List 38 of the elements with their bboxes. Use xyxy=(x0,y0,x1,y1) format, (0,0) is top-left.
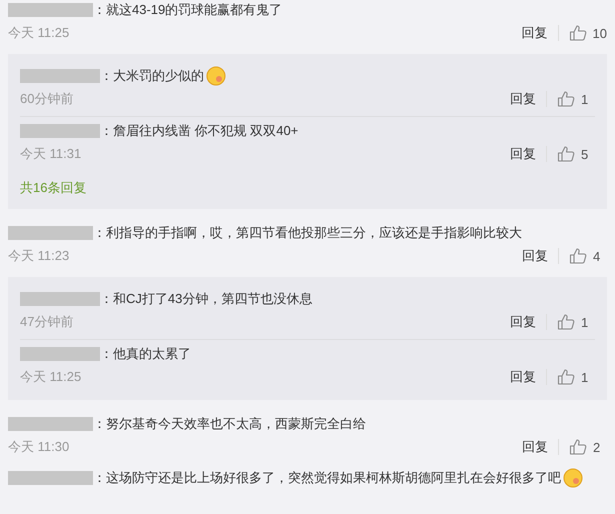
comment-text: ：和CJ打了43分钟，第四节也没休息 xyxy=(100,290,312,308)
comment-text: ：利指导的手指啊，哎，第四节看他投那些三分，应该还是手指影响比较大 xyxy=(93,224,522,242)
timestamp: 今天 11:25 xyxy=(20,368,82,386)
comment-text: ：大米罚的少似的 xyxy=(100,67,204,85)
comment-text: ：努尔基奇今天效率也不太高，西蒙斯完全白给 xyxy=(93,415,366,433)
like-count: 1 xyxy=(581,92,590,106)
reply-link[interactable]: 回复 xyxy=(510,90,536,108)
timestamp: 47分钟前 xyxy=(20,313,74,331)
reply-link[interactable]: 回复 xyxy=(522,24,548,42)
comment-text: ：就这43-19的罚球能赢都有鬼了 xyxy=(93,1,282,19)
emoji-icon xyxy=(563,468,583,488)
comment-text: ：这场防守还是比上场好很多了，突然觉得如果柯林斯胡德阿里扎在会好很多了吧 xyxy=(93,469,561,487)
thumbs-up-icon[interactable] xyxy=(557,91,575,107)
timestamp: 60分钟前 xyxy=(20,90,74,108)
thumbs-up-icon[interactable] xyxy=(557,146,575,162)
thumbs-up-icon[interactable] xyxy=(557,369,575,385)
timestamp: 今天 11:23 xyxy=(8,247,70,265)
timestamp: 今天 11:31 xyxy=(20,145,82,163)
emoji-icon xyxy=(206,66,226,86)
like-count: 4 xyxy=(593,248,602,264)
comment-text: ：詹眉往内线凿 你不犯规 双双40+ xyxy=(100,122,298,140)
reply-link[interactable]: 回复 xyxy=(510,145,536,163)
like-count: 10 xyxy=(592,26,607,40)
thumbs-up-icon[interactable] xyxy=(569,439,587,455)
like-count: 2 xyxy=(593,440,602,454)
comment-text: ：他真的太累了 xyxy=(100,345,191,363)
thumbs-up-icon[interactable] xyxy=(557,314,575,330)
thumbs-up-icon[interactable] xyxy=(569,248,587,264)
timestamp: 今天 11:25 xyxy=(8,24,70,42)
reply-link[interactable]: 回复 xyxy=(522,438,548,456)
timestamp: 今天 11:30 xyxy=(8,438,70,456)
like-count: 1 xyxy=(581,314,590,330)
like-count: 1 xyxy=(581,370,590,384)
reply-link[interactable]: 回复 xyxy=(510,313,536,331)
reply-link[interactable]: 回复 xyxy=(522,247,548,265)
thumbs-up-icon[interactable] xyxy=(568,25,587,41)
like-count: 5 xyxy=(581,146,590,162)
reply-link[interactable]: 回复 xyxy=(510,368,536,386)
